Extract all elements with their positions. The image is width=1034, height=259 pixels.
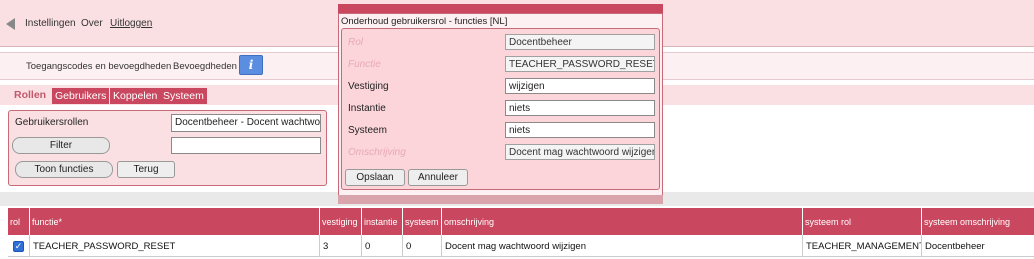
tab-rollen[interactable]: Rollen <box>14 89 46 101</box>
systeem-label: Systeem <box>348 125 387 136</box>
cell-systeem-rol: TEACHER_MANAGEMENT <box>803 235 922 257</box>
cell-functie: TEACHER_PASSWORD_RESET <box>30 235 320 257</box>
tab-gebruikers[interactable]: Gebruikers <box>52 88 110 104</box>
cell-systeem: 0 <box>403 235 442 257</box>
vestiging-select[interactable]: wijzigen <box>505 78 655 94</box>
filter-button[interactable]: Filter <box>12 137 110 154</box>
functie-label: Functie <box>348 59 381 70</box>
cell-vestiging: 3 <box>320 235 362 257</box>
nav-link-instellingen[interactable]: Instellingen <box>25 18 76 29</box>
cell-instantie: 0 <box>362 235 403 257</box>
tab-systeem[interactable]: Systeem <box>160 88 207 104</box>
modal-title: Onderhoud gebruikersrol - functies [NL] <box>341 16 508 27</box>
instantie-label: Instantie <box>348 103 386 114</box>
cell-omschrijving: Docent mag wachtwoord wijzigen <box>442 235 803 257</box>
opslaan-button[interactable]: Opslaan <box>345 169 405 186</box>
gebruikersrollen-select[interactable]: Docentbeheer - Docent wachtwoord <box>171 114 321 132</box>
rol-label: Rol <box>348 37 364 48</box>
tab-koppelen[interactable]: Koppelen <box>110 88 161 104</box>
terug-button[interactable]: Terug <box>117 161 175 178</box>
vestiging-label: Vestiging <box>348 81 389 92</box>
checkbox-checked-icon[interactable]: ✓ <box>13 240 24 252</box>
toon-functies-button[interactable]: Toon functies <box>15 161 113 178</box>
nav-link-uitloggen[interactable]: Uitloggen <box>110 18 152 29</box>
col-header-omschrijving[interactable]: omschrijving <box>442 208 803 235</box>
systeem-select[interactable]: niets <box>505 122 655 138</box>
col-header-systeem-rol[interactable]: systeem rol <box>803 208 922 235</box>
omschrijving-field: Docent mag wachtwoord wijzigen <box>505 144 655 160</box>
functie-field: TEACHER_PASSWORD_RESET <box>505 56 655 72</box>
modal-header-bar <box>338 4 663 13</box>
col-header-functie[interactable]: functie* <box>30 208 320 235</box>
modal-footer-bar <box>338 195 663 204</box>
breadcrumb-item-bevoegdheden[interactable]: Bevoegdheden <box>173 61 237 72</box>
col-header-systeem[interactable]: systeem <box>403 208 442 235</box>
nav-link-over[interactable]: Over <box>81 18 103 29</box>
omschrijving-label: Omschrijving <box>348 147 406 158</box>
cell-systeem-omschrijving: Docentbeheer <box>925 240 985 252</box>
gebruikersrollen-label: Gebruikersrollen <box>15 117 89 128</box>
col-header-rol[interactable]: rol <box>8 208 30 235</box>
row-select-cell[interactable]: ✓ <box>8 235 30 257</box>
instantie-select[interactable]: niets <box>505 100 655 116</box>
filter-input[interactable] <box>171 137 321 154</box>
rol-field: Docentbeheer <box>505 34 655 50</box>
breadcrumb-item-toegangscodes[interactable]: Toegangscodes en bevoegdheden <box>26 61 171 72</box>
annuleer-button[interactable]: Annuleer <box>408 169 468 186</box>
col-header-instantie[interactable]: instantie <box>362 208 403 235</box>
back-arrow-icon[interactable] <box>6 18 15 30</box>
col-header-systeem-omschrijving[interactable]: systeem omschrijving <box>922 208 1034 235</box>
info-icon[interactable]: i <box>239 55 263 75</box>
col-header-vestiging[interactable]: vestiging <box>320 208 362 235</box>
